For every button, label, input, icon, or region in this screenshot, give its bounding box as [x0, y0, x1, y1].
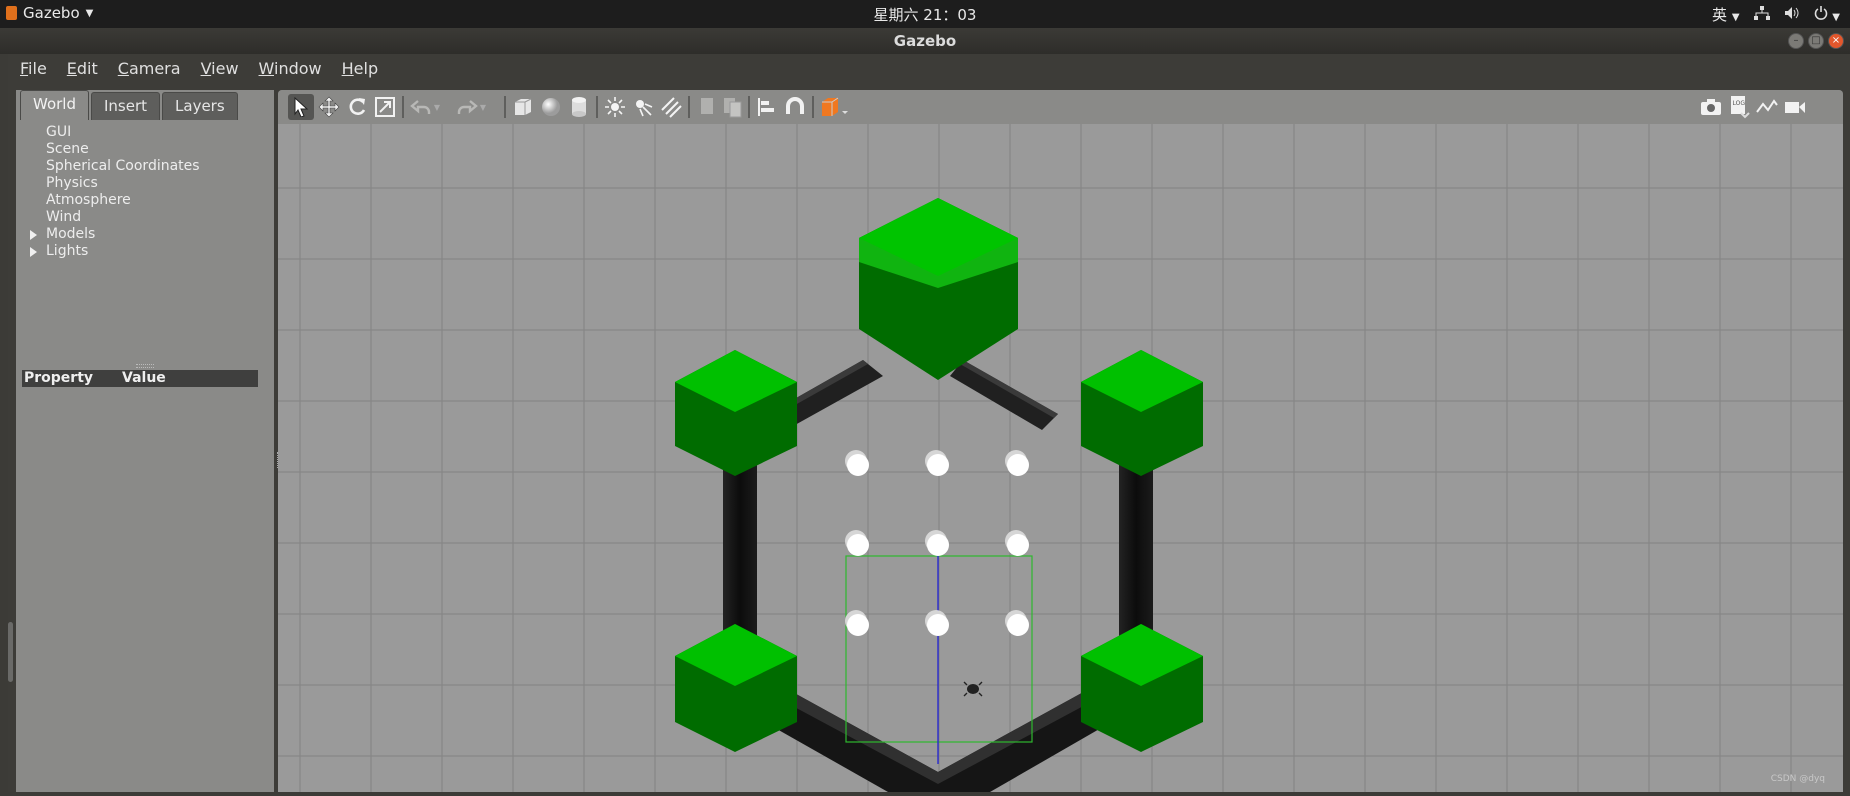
tree-property-splitter[interactable] [136, 364, 154, 368]
window-title-bar[interactable]: Gazebo – □ × [0, 28, 1850, 54]
tree-item-atmosphere[interactable]: Atmosphere [24, 192, 268, 209]
left-panel: World Insert Layers GUI Scene Spherical … [16, 90, 274, 792]
maximize-button[interactable]: □ [1808, 33, 1824, 49]
directional-light-icon[interactable] [658, 94, 684, 120]
undo-history-icon[interactable]: ▼ [430, 94, 444, 120]
plot-icon[interactable] [1754, 94, 1780, 120]
white-ball[interactable] [847, 614, 869, 636]
spot-light-icon[interactable] [630, 94, 656, 120]
render-toolbar: ▼ ▼ LOG [278, 90, 1843, 124]
tree-item-spherical-coordinates[interactable]: Spherical Coordinates [24, 158, 268, 175]
menu-help[interactable]: Help [342, 59, 378, 78]
toolbar-separator [812, 96, 814, 118]
tab-insert[interactable]: Insert [91, 92, 161, 120]
network-icon[interactable] [1753, 5, 1770, 24]
value-column-header[interactable]: Value [122, 370, 166, 387]
tab-layers[interactable]: Layers [162, 92, 238, 120]
tree-item-models[interactable]: Models [24, 226, 268, 243]
system-clock[interactable]: 星期六 21：03 [0, 4, 1850, 25]
screenshot-icon[interactable] [1698, 94, 1724, 120]
cylinder-icon[interactable] [566, 94, 592, 120]
system-top-bar: Gazebo ▼ 星期六 21：03 英 ▼ ▼ [0, 0, 1850, 28]
tree-item-scene[interactable]: Scene [24, 141, 268, 158]
expand-arrow-icon[interactable] [30, 230, 37, 240]
panel-resize-handle[interactable] [8, 622, 13, 682]
white-ball[interactable] [927, 454, 949, 476]
white-ball[interactable] [927, 534, 949, 556]
input-method-indicator[interactable]: 英 ▼ [1712, 4, 1740, 25]
app-body: World Insert Layers GUI Scene Spherical … [8, 82, 1850, 792]
white-ball[interactable] [847, 454, 869, 476]
white-ball[interactable] [927, 614, 949, 636]
menu-bar: File Edit Camera View Window Help [8, 54, 1850, 82]
system-tray[interactable]: 英 ▼ ▼ [1712, 4, 1840, 25]
select-arrow-icon[interactable] [288, 94, 314, 120]
toolbar-separator [402, 96, 404, 118]
scale-icon[interactable] [372, 94, 398, 120]
menu-window[interactable]: Window [259, 59, 322, 78]
box-icon[interactable] [510, 94, 536, 120]
tree-item-wind[interactable]: Wind [24, 209, 268, 226]
toolbar-separator [596, 96, 598, 118]
watermark: CSDN @dyq [1770, 774, 1825, 784]
align-icon[interactable] [754, 94, 780, 120]
volume-icon[interactable] [1784, 6, 1800, 24]
tab-world[interactable]: World [20, 90, 89, 120]
translate-icon[interactable] [316, 94, 342, 120]
minimize-button[interactable]: – [1788, 33, 1804, 49]
menu-camera[interactable]: Camera [118, 59, 181, 78]
copy-icon[interactable] [694, 94, 720, 120]
paste-icon[interactable] [720, 94, 746, 120]
menu-view[interactable]: View [201, 59, 239, 78]
tree-item-physics[interactable]: Physics [24, 175, 268, 192]
world-tree: GUI Scene Spherical Coordinates Physics … [24, 124, 268, 350]
svg-text:LOG: LOG [1733, 100, 1746, 107]
view-angle-icon[interactable] [818, 94, 852, 120]
render-panel: ▼ ▼ LOG CSDN @dyq [278, 90, 1843, 792]
property-table-header: Property Value [22, 370, 258, 387]
window-controls: – □ × [1788, 33, 1844, 49]
expand-arrow-icon[interactable] [30, 247, 37, 257]
sphere-icon[interactable] [538, 94, 564, 120]
white-ball[interactable] [1007, 534, 1029, 556]
toolbar-separator [504, 96, 506, 118]
property-column-header[interactable]: Property [22, 370, 122, 387]
redo-history-icon[interactable]: ▼ [476, 94, 490, 120]
white-ball[interactable] [1007, 454, 1029, 476]
toolbar-separator [748, 96, 750, 118]
snap-icon[interactable] [782, 94, 808, 120]
white-ball[interactable] [847, 534, 869, 556]
white-ball[interactable] [1007, 614, 1029, 636]
rotate-icon[interactable] [344, 94, 370, 120]
left-panel-tabs: World Insert Layers [16, 90, 238, 120]
window-title: Gazebo [893, 32, 957, 50]
log-icon[interactable]: LOG [1726, 94, 1752, 120]
point-light-icon[interactable] [602, 94, 628, 120]
tree-item-gui[interactable]: GUI [24, 124, 268, 141]
close-button[interactable]: × [1828, 33, 1844, 49]
3d-viewport[interactable]: CSDN @dyq [278, 124, 1843, 792]
toolbar-separator [688, 96, 690, 118]
tree-item-lights[interactable]: Lights [24, 243, 268, 260]
video-record-icon[interactable] [1782, 94, 1808, 120]
menu-edit[interactable]: Edit [67, 59, 98, 78]
power-icon[interactable]: ▼ [1814, 5, 1840, 24]
menu-file[interactable]: File [20, 59, 47, 78]
